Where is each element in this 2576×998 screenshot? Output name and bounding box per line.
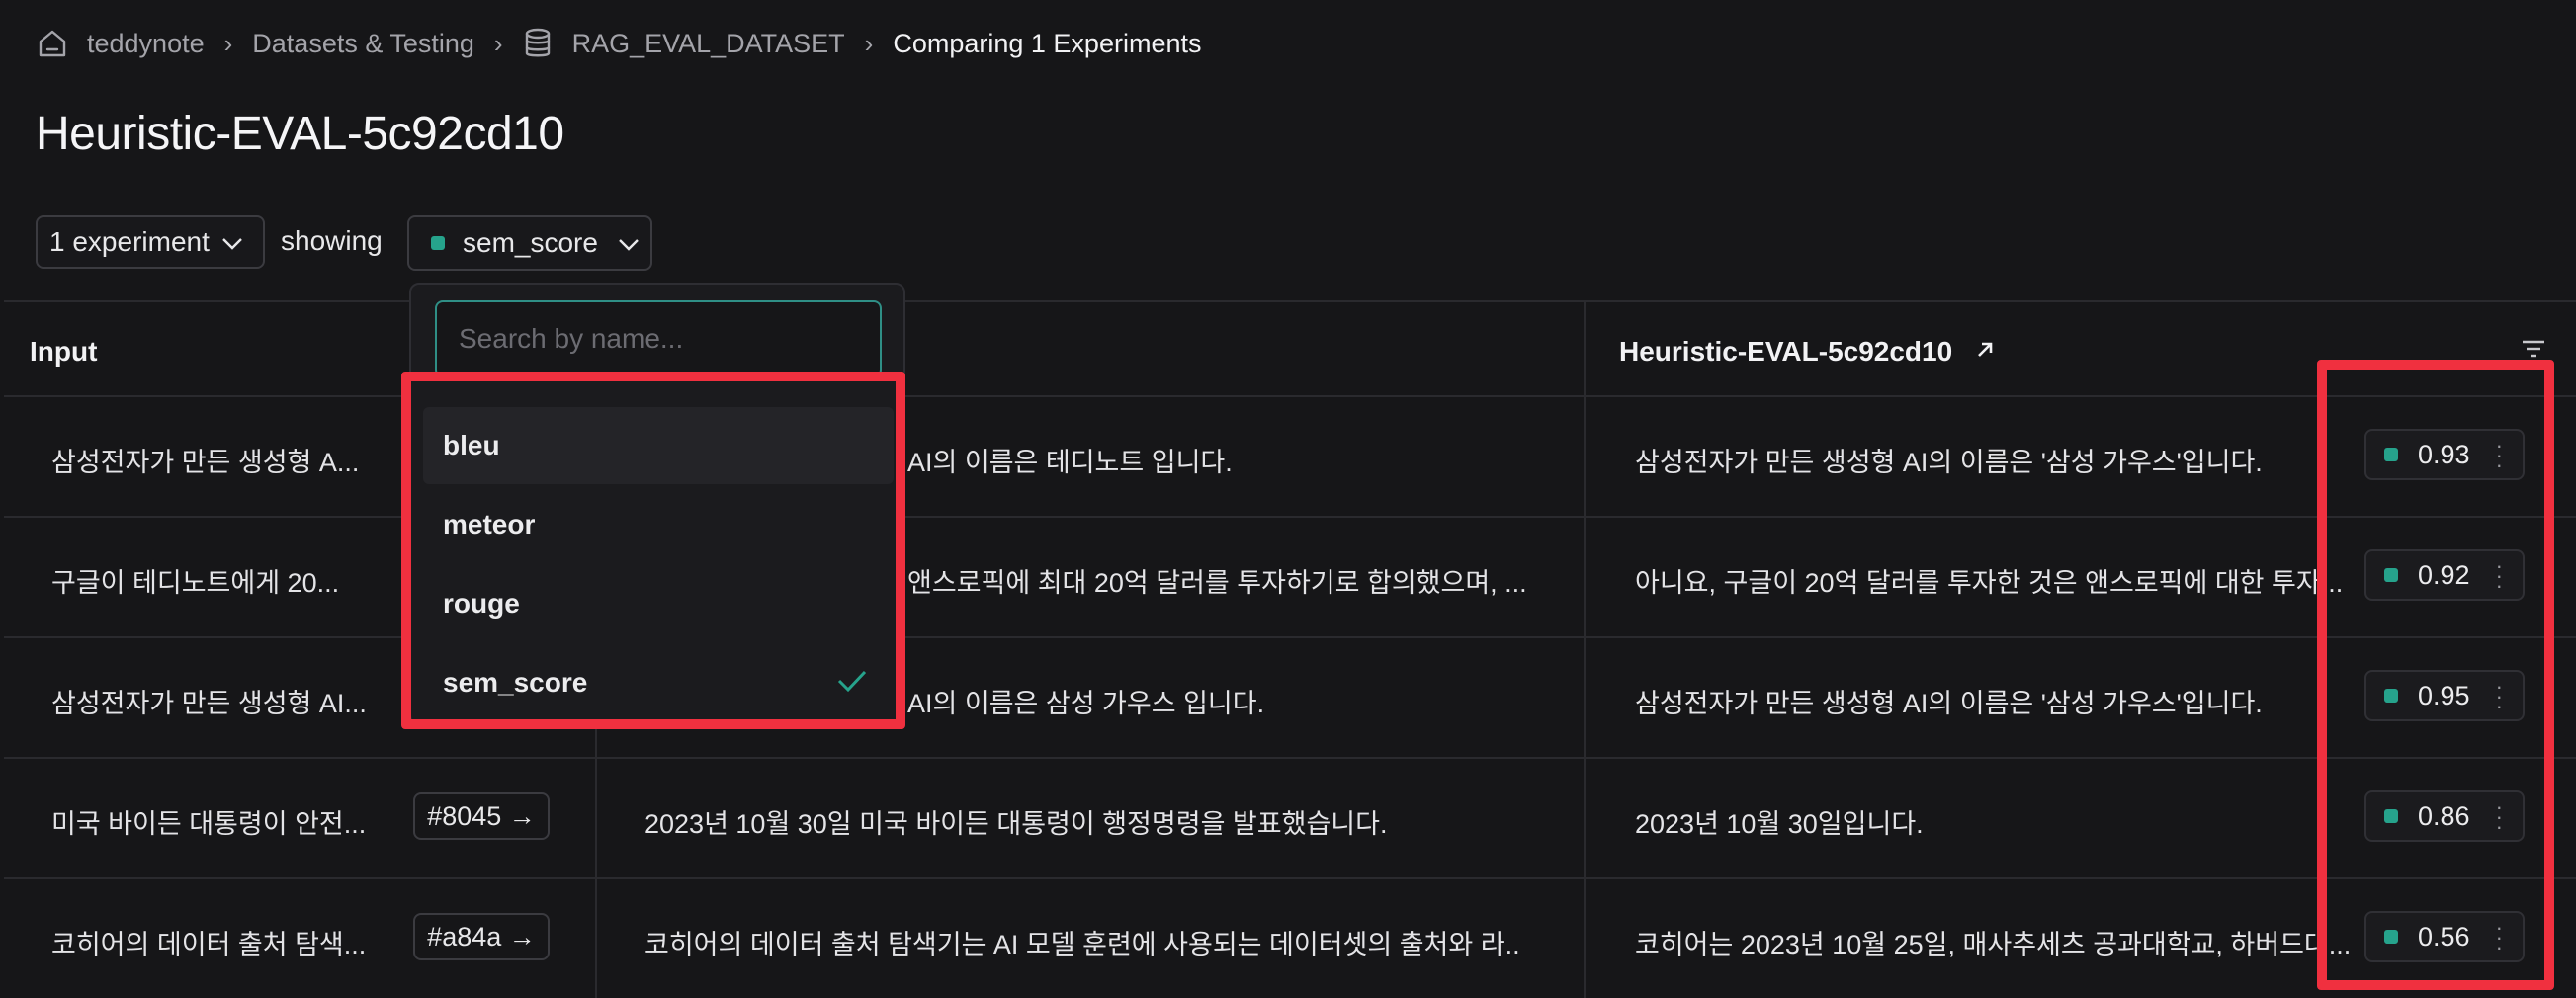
breadcrumb: teddynote › Datasets & Testing › RAG_EVA… — [36, 26, 1201, 61]
arrow-up-right-icon[interactable] — [1974, 336, 1996, 367]
breadcrumb-home[interactable]: teddynote — [87, 29, 205, 59]
breadcrumb-datasets[interactable]: Datasets & Testing — [252, 29, 474, 59]
row-divider — [4, 516, 2576, 518]
row-divider — [4, 757, 2576, 759]
chevron-down-icon — [221, 226, 243, 258]
reference-output-cell[interactable]: AI의 이름은 삼성 가우스 입니다. — [907, 682, 1550, 720]
reference-output-cell[interactable]: AI의 이름은 테디노트 입니다. — [907, 441, 1550, 479]
experiment-output-cell[interactable]: 아니요, 구글이 20억 달러를 투자한 것은 앤스로픽에 대한 투자... — [1635, 561, 2357, 600]
comparison-table: Input Heuristic-EVAL-5c92cd10 삼성전자가 만든 생… — [4, 300, 2576, 998]
input-cell[interactable]: 구글이 테디노트에게 20... — [51, 561, 378, 600]
header-divider — [4, 395, 2576, 397]
metric-select[interactable]: sem_score — [407, 215, 652, 271]
metric-color-dot — [431, 236, 445, 250]
chevron-right-icon: › — [223, 28, 233, 58]
metric-select-label: sem_score — [463, 227, 598, 258]
input-cell[interactable]: 삼성전자가 만든 생성형 A... — [51, 441, 378, 479]
experiment-output-cell[interactable]: 삼성전자가 만든 생성형 AI의 이름은 '삼성 가우스'입니다. — [1635, 441, 2357, 479]
experiment-header-label: Heuristic-EVAL-5c92cd10 — [1619, 336, 1953, 367]
example-id-link[interactable]: #8045 → — [413, 792, 550, 840]
reference-output-cell[interactable]: 앤스로픽에 최대 20억 달러를 투자하기로 합의했으며, ... — [907, 561, 1550, 600]
highlight-box-scores — [2317, 360, 2554, 990]
row-divider — [4, 877, 2576, 879]
chevron-down-icon — [618, 227, 640, 259]
breadcrumb-dataset[interactable]: RAG_EVAL_DATASET — [572, 29, 845, 59]
input-cell[interactable]: 미국 바이든 대통령이 안전... — [51, 802, 378, 841]
database-icon — [523, 27, 553, 60]
column-header-experiment[interactable]: Heuristic-EVAL-5c92cd10 — [1619, 336, 1996, 368]
experiment-select-label: 1 experiment — [49, 226, 210, 257]
metric-search-input[interactable] — [435, 300, 882, 377]
page-title: Heuristic-EVAL-5c92cd10 — [36, 108, 564, 160]
chevron-right-icon: › — [864, 28, 874, 58]
input-cell[interactable]: 삼성전자가 만든 생성형 AI... — [51, 682, 378, 720]
experiment-output-cell[interactable]: 삼성전자가 만든 생성형 AI의 이름은 '삼성 가우스'입니다. — [1635, 682, 2357, 720]
row-divider — [4, 636, 2576, 638]
breadcrumb-current: Comparing 1 Experiments — [893, 28, 1202, 58]
reference-output-cell[interactable]: 2023년 10월 30일 미국 바이든 대통령이 행정명령을 발표했습니다. — [644, 802, 1554, 841]
input-cell[interactable]: 코히어의 데이터 출처 탐색... — [51, 923, 378, 961]
showing-label: showing — [281, 225, 383, 256]
highlight-box-metric-options — [401, 372, 905, 729]
home-icon[interactable] — [36, 27, 69, 60]
chevron-right-icon: › — [493, 28, 503, 58]
example-id-link[interactable]: #a84a → — [413, 913, 550, 960]
reference-output-cell[interactable]: 코히어의 데이터 출처 탐색기는 AI 모델 훈련에 사용되는 데이터셋의 출처… — [644, 923, 1522, 961]
column-header-input: Input — [30, 336, 98, 367]
column-divider — [1584, 302, 1586, 998]
experiment-select[interactable]: 1 experiment — [36, 215, 265, 269]
experiment-output-cell[interactable]: 2023년 10월 30일입니다. — [1635, 802, 2357, 841]
experiment-output-cell[interactable]: 코히어는 2023년 10월 25일, 매사추세츠 공과대학교, 하버드대... — [1635, 923, 2357, 961]
